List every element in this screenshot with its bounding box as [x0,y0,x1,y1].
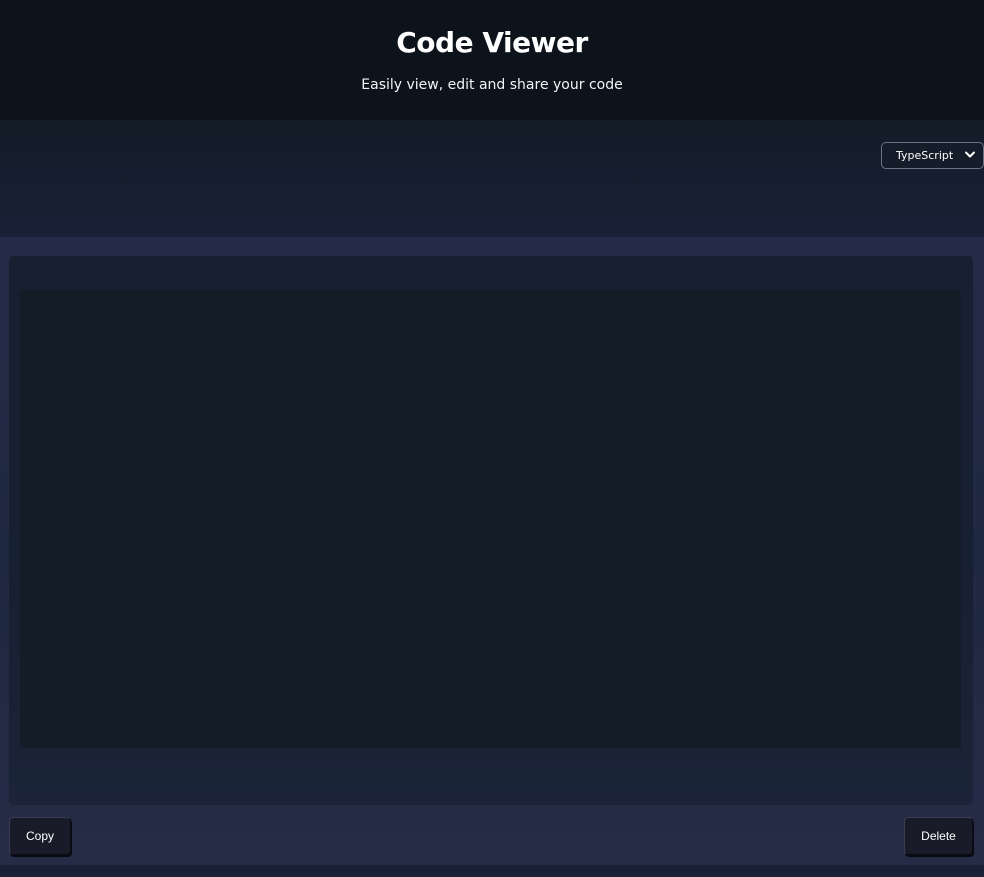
page-subtitle: Easily view, edit and share your code [361,77,623,93]
editor-card [9,256,973,805]
toolbar: TypeScript [0,120,984,237]
copy-button[interactable]: Copy [9,817,71,855]
editor-section: Copy Delete [0,237,984,865]
code-editor[interactable] [20,290,961,748]
code-viewer-page: Code Viewer Easily view, edit and share … [0,0,984,877]
delete-button[interactable]: Delete [904,817,973,855]
app-header: Code Viewer Easily view, edit and share … [0,0,984,120]
language-select-value: TypeScript [896,149,954,162]
chevron-down-icon [965,151,975,158]
page-title: Code Viewer [396,26,588,59]
footer-strip [0,865,984,877]
language-select[interactable]: TypeScript [881,142,984,169]
